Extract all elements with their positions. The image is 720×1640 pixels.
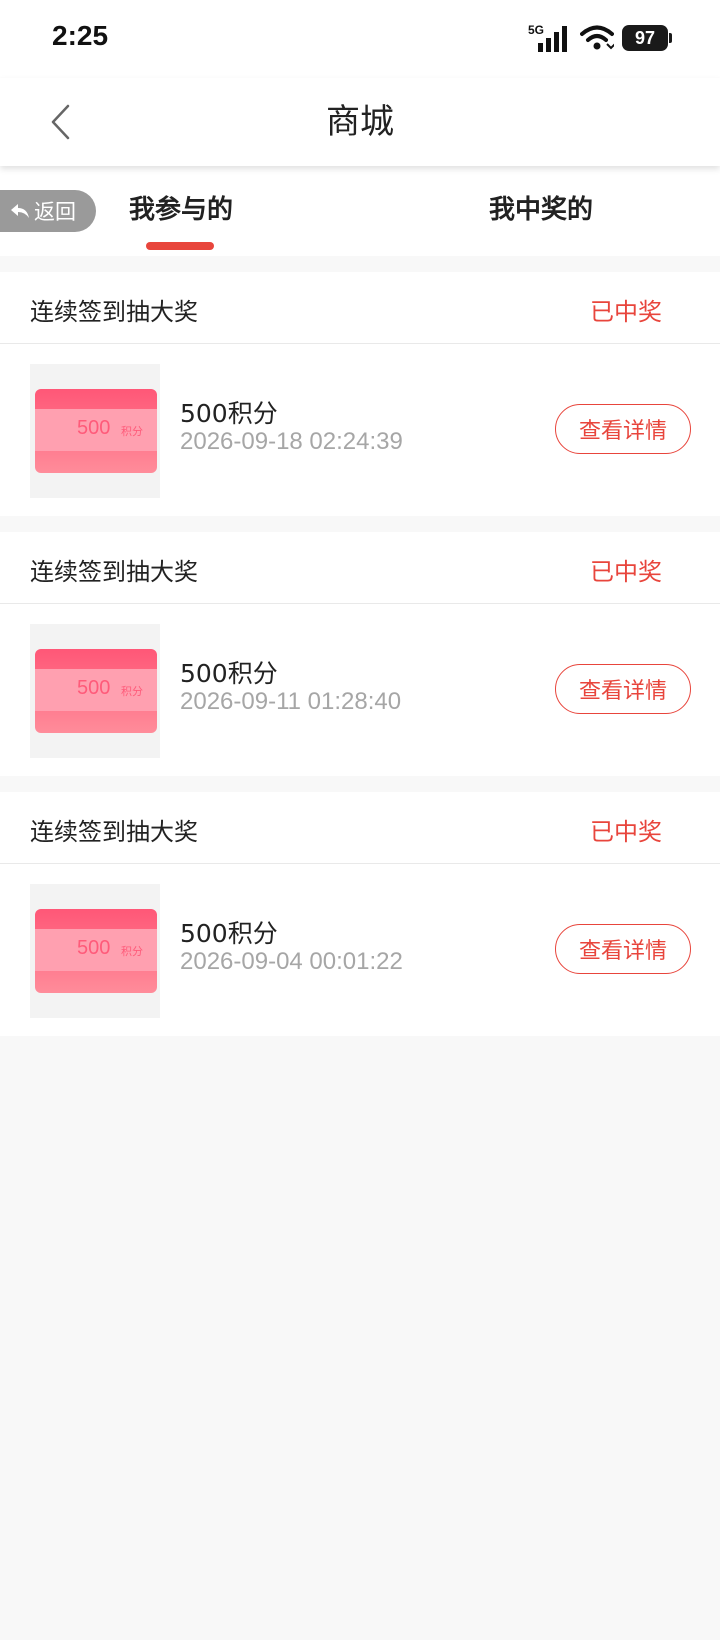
prize-name: 500积分 [180,659,278,688]
prize-name: 500积分 [180,919,278,948]
status-icons: 5G 97 [528,22,672,54]
card-header: 连续签到抽大奖 已中奖 [0,532,720,604]
card-body: 500 积分 500积分 2026-09-04 00:01:22 查看详情 [0,864,720,1036]
prize-time: 2026-09-04 00:01:22 [180,948,403,975]
points-coupon-image: 500 积分 [35,649,157,733]
tab-bar: 返回 我参与的 我中奖的 [0,166,720,256]
coupon-unit: 积分 [121,425,143,438]
tab-participated[interactable]: 我参与的 [126,188,236,232]
status-badge: 已中奖 [590,558,662,586]
record-list: 连续签到抽大奖 已中奖 500 积分 500积分 2026-09-18 02:2… [0,272,720,1052]
coupon-unit: 积分 [121,945,143,958]
wifi-icon [580,25,614,50]
network-type: 5G [528,23,544,37]
status-badge: 已中奖 [590,298,662,326]
status-bar: 2:25 5G 97 [0,0,720,78]
cellular-signal-icon: 5G [528,23,567,52]
tab-won[interactable]: 我中奖的 [486,188,596,232]
coupon-value: 500 [77,937,111,959]
page-title: 商城 [326,102,394,142]
points-coupon-image: 500 积分 [35,389,157,473]
floating-return-button[interactable]: 返回 [0,190,96,232]
view-details-button[interactable]: 查看详情 [555,404,691,454]
activity-title: 连续签到抽大奖 [30,818,198,846]
coupon-unit: 积分 [121,685,143,698]
prize-thumbnail: 500 积分 [30,624,160,758]
prize-time: 2026-09-11 01:28:40 [180,688,402,715]
floating-return-label: 返回 [34,200,76,224]
card-header: 连续签到抽大奖 已中奖 [0,792,720,864]
reply-arrow-icon [11,204,29,218]
points-coupon-image: 500 积分 [35,909,157,993]
coupon-value: 500 [77,677,111,699]
card-body: 500 积分 500积分 2026-09-18 02:24:39 查看详情 [0,344,720,516]
battery-icon: 97 [622,25,672,51]
card-header: 连续签到抽大奖 已中奖 [0,272,720,344]
view-details-button[interactable]: 查看详情 [555,924,691,974]
status-time: 2:25 [52,20,109,51]
prize-thumbnail: 500 积分 [30,364,160,498]
record-card: 连续签到抽大奖 已中奖 500 积分 500积分 2026-09-18 02:2… [0,272,720,516]
record-card: 连续签到抽大奖 已中奖 500 积分 500积分 2026-09-04 00:0… [0,792,720,1036]
activity-title: 连续签到抽大奖 [30,298,198,326]
record-card: 连续签到抽大奖 已中奖 500 积分 500积分 2026-09-11 01:2… [0,532,720,776]
active-tab-indicator [146,242,214,250]
prize-name: 500积分 [180,399,278,428]
prize-thumbnail: 500 积分 [30,884,160,1018]
coupon-value: 500 [77,417,111,439]
status-badge: 已中奖 [590,818,662,846]
card-body: 500 积分 500积分 2026-09-11 01:28:40 查看详情 [0,604,720,776]
view-details-button[interactable]: 查看详情 [555,664,691,714]
nav-bar: 商城 [0,78,720,166]
prize-time: 2026-09-18 02:24:39 [180,428,403,455]
activity-title: 连续签到抽大奖 [30,558,198,586]
